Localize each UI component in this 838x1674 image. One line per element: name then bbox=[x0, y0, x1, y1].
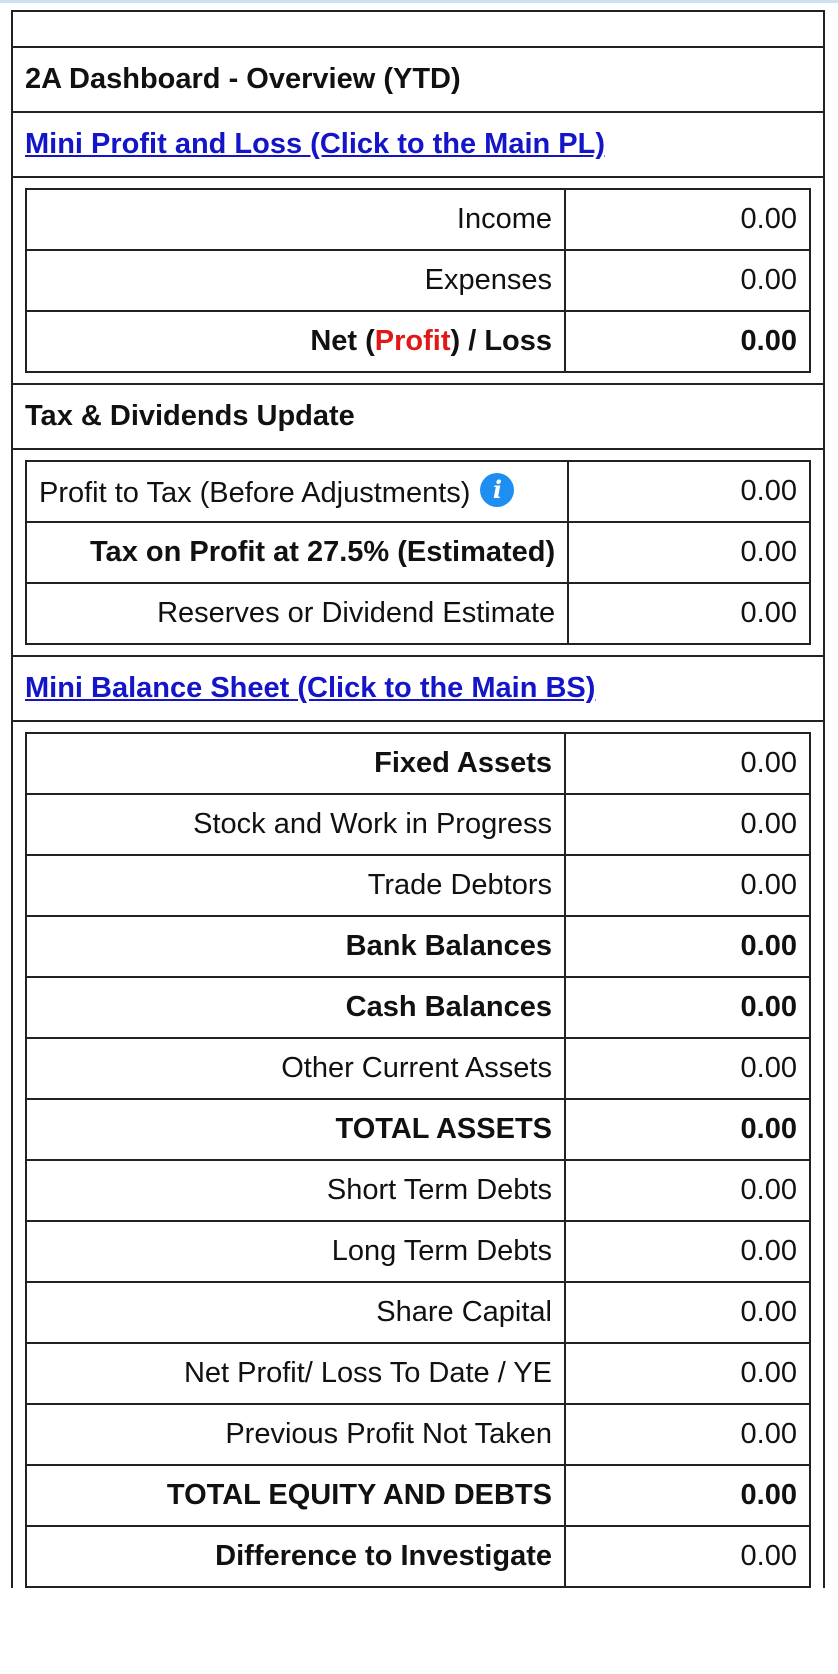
table-row: Other Current Assets 0.00 bbox=[25, 1037, 811, 1100]
tax-section: Profit to Tax (Before Adjustments) i 0.00… bbox=[13, 450, 823, 657]
net-profit-to-date-label: Net Profit/ Loss To Date / YE bbox=[25, 1342, 566, 1405]
difference-value: 0.00 bbox=[564, 1525, 811, 1588]
dashboard-title-text: 2A Dashboard - Overview (YTD) bbox=[25, 63, 461, 95]
tax-on-profit-label: Tax on Profit at 27.5% (Estimated) bbox=[24, 521, 570, 584]
balance-sheet-link-row: Mini Balance Sheet (Click to the Main BS… bbox=[13, 657, 823, 722]
cash-balances-value: 0.00 bbox=[564, 976, 811, 1039]
share-capital-value: 0.00 bbox=[564, 1281, 811, 1344]
total-assets-value: 0.00 bbox=[564, 1098, 811, 1161]
net-profit-to-date-value: 0.00 bbox=[564, 1342, 811, 1405]
net-suffix: ) / Loss bbox=[450, 325, 552, 357]
short-term-debts-label: Short Term Debts bbox=[25, 1159, 566, 1222]
table-row: Net Profit/ Loss To Date / YE 0.00 bbox=[25, 1342, 811, 1405]
profit-loss-link-row: Mini Profit and Loss (Click to the Main … bbox=[13, 113, 823, 178]
long-term-debts-label: Long Term Debts bbox=[25, 1220, 566, 1283]
fixed-assets-value: 0.00 bbox=[564, 732, 811, 795]
empty-header-row bbox=[13, 12, 823, 48]
net-profit-word: Profit bbox=[374, 325, 451, 357]
table-row: Tax on Profit at 27.5% (Estimated) 0.00 bbox=[24, 521, 811, 584]
table-row: Income 0.00 bbox=[25, 188, 811, 251]
profit-loss-table: Income 0.00 Expenses 0.00 Net (Profit) /… bbox=[25, 188, 811, 373]
balance-sheet-table: Fixed Assets 0.00 Stock and Work in Prog… bbox=[25, 732, 811, 1588]
table-row: Bank Balances 0.00 bbox=[25, 915, 811, 978]
tax-dividends-heading: Tax & Dividends Update bbox=[13, 385, 823, 450]
net-profit-loss-value: 0.00 bbox=[564, 310, 811, 373]
table-row: Cash Balances 0.00 bbox=[25, 976, 811, 1039]
tax-table: Profit to Tax (Before Adjustments) i 0.00… bbox=[24, 460, 811, 645]
dashboard-title: 2A Dashboard - Overview (YTD) bbox=[13, 48, 823, 113]
table-row: Previous Profit Not Taken 0.00 bbox=[25, 1403, 811, 1466]
bank-balances-label: Bank Balances bbox=[25, 915, 566, 978]
main-bs-link[interactable]: Mini Balance Sheet (Click to the Main BS… bbox=[25, 672, 595, 705]
table-row: Long Term Debts 0.00 bbox=[25, 1220, 811, 1283]
bank-balances-value: 0.00 bbox=[564, 915, 811, 978]
net-prefix: Net ( bbox=[310, 325, 375, 357]
balance-sheet-section: Fixed Assets 0.00 Stock and Work in Prog… bbox=[13, 722, 823, 1588]
table-row: Short Term Debts 0.00 bbox=[25, 1159, 811, 1222]
table-row: Trade Debtors 0.00 bbox=[25, 854, 811, 917]
previous-profit-label: Previous Profit Not Taken bbox=[25, 1403, 566, 1466]
stock-wip-value: 0.00 bbox=[564, 793, 811, 856]
cash-balances-label: Cash Balances bbox=[25, 976, 566, 1039]
table-row: Difference to Investigate 0.00 bbox=[25, 1525, 811, 1588]
dashboard-panel: 2A Dashboard - Overview (YTD) Mini Profi… bbox=[11, 10, 825, 1588]
income-label: Income bbox=[25, 188, 566, 251]
main-pl-link[interactable]: Mini Profit and Loss (Click to the Main … bbox=[25, 128, 605, 161]
expenses-label: Expenses bbox=[25, 249, 566, 312]
trade-debtors-label: Trade Debtors bbox=[25, 854, 566, 917]
other-current-assets-label: Other Current Assets bbox=[25, 1037, 566, 1100]
reserves-dividend-value: 0.00 bbox=[567, 582, 811, 645]
table-row: TOTAL EQUITY AND DEBTS 0.00 bbox=[25, 1464, 811, 1527]
share-capital-label: Share Capital bbox=[25, 1281, 566, 1344]
tax-on-profit-value: 0.00 bbox=[567, 521, 811, 584]
table-row: Expenses 0.00 bbox=[25, 249, 811, 312]
long-term-debts-value: 0.00 bbox=[564, 1220, 811, 1283]
difference-label: Difference to Investigate bbox=[25, 1525, 566, 1588]
expenses-value: 0.00 bbox=[564, 249, 811, 312]
other-current-assets-value: 0.00 bbox=[564, 1037, 811, 1100]
short-term-debts-value: 0.00 bbox=[564, 1159, 811, 1222]
tax-heading-text: Tax & Dividends Update bbox=[25, 400, 355, 432]
table-row: Profit to Tax (Before Adjustments) i 0.00 bbox=[24, 460, 811, 523]
table-row: TOTAL ASSETS 0.00 bbox=[25, 1098, 811, 1161]
stock-wip-label: Stock and Work in Progress bbox=[25, 793, 566, 856]
trade-debtors-value: 0.00 bbox=[564, 854, 811, 917]
profit-loss-section: Income 0.00 Expenses 0.00 Net (Profit) /… bbox=[13, 178, 823, 385]
top-divider bbox=[0, 0, 838, 3]
total-equity-debts-label: TOTAL EQUITY AND DEBTS bbox=[25, 1464, 566, 1527]
table-row: Stock and Work in Progress 0.00 bbox=[25, 793, 811, 856]
fixed-assets-label: Fixed Assets bbox=[25, 732, 566, 795]
profit-to-tax-text: Profit to Tax (Before Adjustments) bbox=[39, 477, 471, 509]
reserves-dividend-label: Reserves or Dividend Estimate bbox=[24, 582, 570, 645]
profit-to-tax-value: 0.00 bbox=[567, 460, 811, 523]
table-row: Net (Profit) / Loss 0.00 bbox=[25, 310, 811, 373]
table-row: Reserves or Dividend Estimate 0.00 bbox=[24, 582, 811, 645]
previous-profit-value: 0.00 bbox=[564, 1403, 811, 1466]
table-row: Share Capital 0.00 bbox=[25, 1281, 811, 1344]
info-icon[interactable]: i bbox=[480, 473, 515, 507]
table-row: Fixed Assets 0.00 bbox=[25, 732, 811, 795]
income-value: 0.00 bbox=[564, 188, 811, 251]
total-assets-label: TOTAL ASSETS bbox=[25, 1098, 566, 1161]
total-equity-debts-value: 0.00 bbox=[564, 1464, 811, 1527]
net-profit-loss-label: Net (Profit) / Loss bbox=[25, 310, 566, 373]
profit-to-tax-label: Profit to Tax (Before Adjustments) i bbox=[24, 460, 570, 523]
